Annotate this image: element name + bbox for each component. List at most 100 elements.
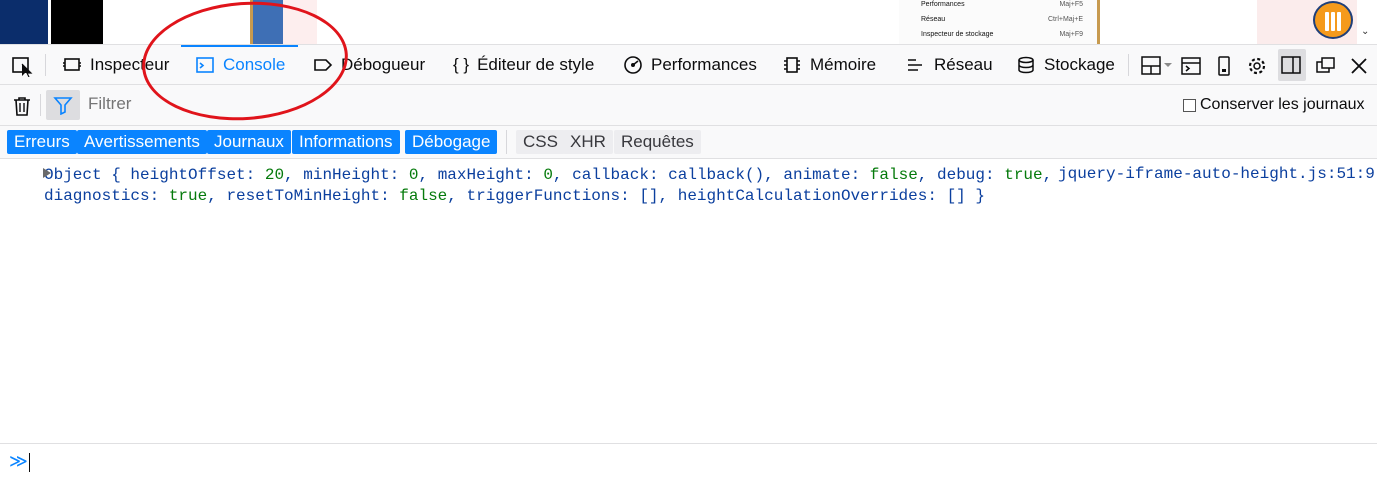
page-content-strip: Performances Maj+F5 Réseau Ctrl+Maj+E Insp… [0,0,1377,44]
property-separator: : [380,187,400,205]
page-block-navy [0,0,48,44]
braces-icon: { } [453,55,470,74]
menu-item-storage-inspector[interactable]: Inspecteur de stockage Maj+F9 [921,31,1093,38]
property-separator: , [418,166,438,184]
filter-warnings-button[interactable]: Avertissements [77,130,207,154]
property-separator: , [917,166,937,184]
source-location: :51:9 [1326,165,1375,183]
tab-network-label: Réseau [934,55,993,74]
tab-storage[interactable]: Stockage [1016,45,1115,85]
site-logo [1313,1,1353,39]
page-block-blue [253,0,283,44]
toolbar-separator [45,54,46,76]
expand-arrow-icon[interactable] [43,168,51,178]
tab-console-label: Console [223,55,286,74]
property-key: resetToMinHeight [226,187,381,205]
prompt-icon: ≫ [9,453,28,473]
tab-memory-label: Mémoire [810,55,877,74]
property-value: 0 [543,166,553,184]
filter-toggle-button[interactable] [46,90,80,120]
separate-window-icon[interactable] [1315,55,1337,77]
tab-performance-label: Performances [651,55,757,74]
tab-memory[interactable]: Mémoire [782,45,876,85]
filter-errors-button[interactable]: Erreurs [7,130,77,154]
property-value: true [168,187,208,205]
property-separator: : [648,166,669,184]
scroll-down-icon[interactable]: ⌄ [1361,26,1369,37]
property-separator: , [447,187,467,205]
funnel-icon [53,97,73,115]
property-value: false [869,166,918,184]
tab-network[interactable]: Réseau [906,45,993,85]
settings-gear-icon[interactable] [1246,55,1268,77]
persist-logs-label: Conserver les journaux [1200,96,1365,113]
inspector-icon [63,58,81,71]
responsive-design-icon[interactable] [1213,55,1235,77]
filter-debug-button[interactable]: Débogage [405,130,498,154]
close-icon[interactable] [1348,55,1370,77]
property-separator: : [149,187,169,205]
tab-inspector[interactable]: Inspecteur [62,45,169,85]
message-source-link[interactable]: jquery-iframe-auto-height.js:51:9 [1058,165,1375,183]
property-separator: , [284,166,304,184]
filter-requests-button[interactable]: Requêtes [614,130,701,154]
property-separator: : [985,166,1005,184]
console-input[interactable]: ≫ [0,443,1377,478]
filter-input[interactable] [86,93,490,115]
dock-side-icon[interactable] [1278,49,1306,81]
devtools-toolbar: Inspecteur Console Débogueur { } Éditeur… [0,44,1377,85]
tab-debugger-label: Débogueur [341,55,426,74]
tab-performance[interactable]: Performances [623,45,757,85]
property-separator: , [207,187,227,205]
property-separator: : [620,187,640,205]
property-key: debug [937,166,986,184]
filter-xhr-button[interactable]: XHR [563,130,613,154]
filter-categories-bar: Erreurs Avertissements Journaux Informat… [0,126,1377,159]
tab-inspector-label: Inspecteur [90,55,170,74]
property-separator: , [764,166,784,184]
property-separator: , [658,187,678,205]
console-icon [196,57,214,73]
property-value: true [1004,166,1043,184]
checkbox-box[interactable] [1183,98,1196,112]
property-value: 20 [264,166,285,184]
debugger-icon [314,59,333,71]
console-output: Object { heightOffset: 20, minHeight: 0,… [0,159,1377,443]
element-picker-icon[interactable] [10,55,34,77]
source-file[interactable]: jquery-iframe-auto-height.js [1058,165,1327,183]
tools-menu-overlay: Performances Maj+F5 Réseau Ctrl+Maj+E Insp… [899,0,1100,44]
property-key: minHeight [303,166,390,184]
page-block-black [51,0,103,44]
property-value: [] [946,187,966,205]
persist-logs-checkbox[interactable]: Conserver les journaux [1183,96,1365,114]
tab-debugger[interactable]: Débogueur [313,45,425,85]
property-value: callback() [668,166,765,184]
property-separator: : [927,187,947,205]
property-key: callback [572,166,649,184]
filter-logs-button[interactable]: Journaux [207,130,291,154]
split-console-icon[interactable] [1180,55,1202,77]
menu-item-network[interactable]: Réseau Ctrl+Maj+E [921,16,1093,23]
property-value: false [399,187,448,205]
object-label: Object { [44,166,131,184]
trash-icon[interactable] [13,96,31,116]
console-filter-bar: Conserver les journaux [0,85,1377,126]
menu-item-performances[interactable]: Performances Maj+F5 [921,1,1093,8]
tab-style-editor-label: Éditeur de style [477,55,595,74]
tab-console[interactable]: Console [195,45,285,85]
property-separator: : [524,166,544,184]
toolbar-separator [1128,54,1129,76]
page-block-pink [283,0,317,44]
text-caret [29,453,30,472]
performance-icon [624,56,642,74]
property-separator: : [850,166,870,184]
filter-css-button[interactable]: CSS [516,130,565,154]
property-separator: : [389,166,409,184]
filter-info-button[interactable]: Informations [292,130,400,154]
category-separator [506,130,507,154]
dock-layout-icon[interactable] [1141,55,1175,77]
property-value: [] [639,187,659,205]
property-key: heightCalculationOverrides [677,187,928,205]
tab-storage-label: Stockage [1044,55,1115,74]
tab-style-editor[interactable]: { } Éditeur de style [453,45,594,85]
